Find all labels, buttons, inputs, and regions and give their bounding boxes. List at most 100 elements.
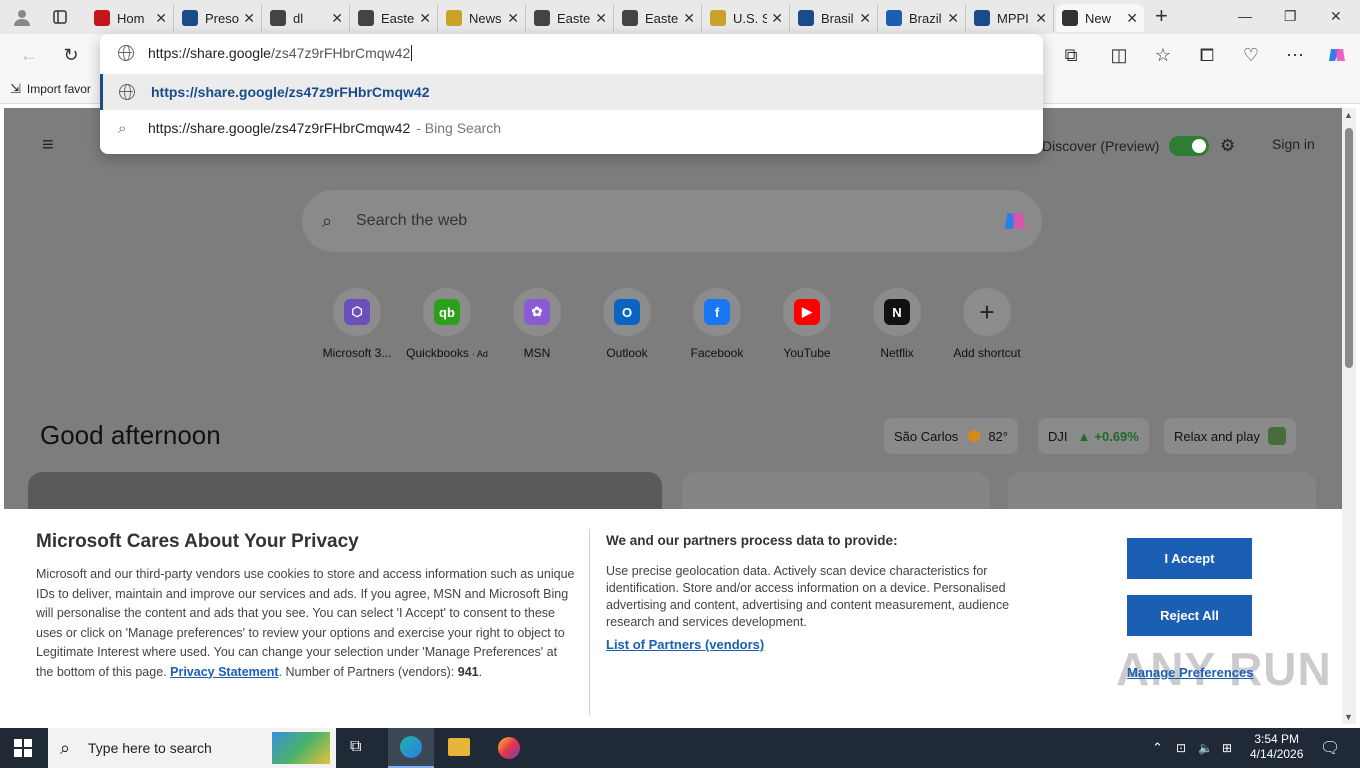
suggestion-url[interactable]: https://share.google/zs47z9rFHbrCmqw42 <box>100 74 1043 110</box>
web-search-input[interactable]: ⌕ Search the web <box>302 190 1042 252</box>
language-icon[interactable]: ⊞ <box>1222 728 1232 768</box>
search-highlight-image <box>272 732 330 764</box>
tray-chevron-icon[interactable]: ⌃ <box>1152 728 1163 768</box>
taskbar-search-input[interactable]: ⌕ Type here to search <box>48 728 336 768</box>
copilot-icon[interactable] <box>1002 208 1028 234</box>
tab-close-icon[interactable]: ✕ <box>331 10 343 27</box>
tab-close-icon[interactable]: ✕ <box>243 10 255 27</box>
tab[interactable]: Easte ✕ <box>352 4 438 32</box>
tab-actions-icon[interactable] <box>50 7 70 27</box>
new-tab-button[interactable]: + <box>1155 5 1168 27</box>
collections-icon[interactable]: ⧠ <box>1196 44 1218 66</box>
restore-button[interactable]: ❐ <box>1284 8 1297 25</box>
shortcut-tile[interactable]: O Outlook <box>582 288 672 360</box>
tab[interactable]: News ✕ <box>440 4 526 32</box>
site-info-icon[interactable] <box>118 45 134 61</box>
tab-close-icon[interactable]: ✕ <box>155 10 167 27</box>
discover-switch[interactable] <box>1169 136 1210 156</box>
shortcut-label: YouTube <box>783 346 831 360</box>
scrollbar[interactable]: ▲ ▼ <box>1342 108 1356 724</box>
favorites-icon[interactable]: ☆ <box>1152 44 1174 66</box>
tab-close-icon[interactable]: ✕ <box>595 10 607 27</box>
edge-taskbar-icon[interactable] <box>388 728 434 768</box>
shortcut-tile[interactable]: ✿ MSN <box>492 288 582 360</box>
search-icon: ⌕ <box>118 119 127 137</box>
stock-widget[interactable]: DJI ▲ +0.69% <box>1038 418 1149 454</box>
notifications-icon[interactable]: 🗨 <box>1320 728 1340 768</box>
divider <box>589 529 590 715</box>
tab[interactable]: Preso ✕ <box>176 4 262 32</box>
scroll-down-icon[interactable]: ▼ <box>1344 712 1353 722</box>
target-favicon-icon <box>358 10 374 26</box>
tab-close-icon[interactable]: ✕ <box>507 10 519 27</box>
greeting: Good afternoon <box>40 420 221 450</box>
tab-close-icon[interactable]: ✕ <box>683 10 695 27</box>
manage-preferences-link[interactable]: Manage Preferences <box>1127 665 1253 680</box>
sign-in-button[interactable]: Sign in <box>1272 136 1315 152</box>
extensions-icon[interactable]: ⧉ <box>1060 44 1082 66</box>
relax-play-button[interactable]: Relax and play <box>1164 418 1296 454</box>
tab[interactable]: Easte ✕ <box>616 4 702 32</box>
tab[interactable]: Hom ✕ <box>88 4 174 32</box>
shortcut-tile[interactable]: + Add shortcut <box>942 288 1032 360</box>
tab-close-icon[interactable]: ✕ <box>859 10 871 27</box>
copilot-icon[interactable] <box>1326 44 1348 66</box>
shortcut-tile[interactable]: qb Quickbooks · Ad <box>402 288 492 360</box>
tab[interactable]: Brasil ✕ <box>792 4 878 32</box>
tab-close-icon[interactable]: ✕ <box>1126 10 1138 27</box>
scroll-thumb[interactable] <box>1345 128 1353 368</box>
profile-icon[interactable] <box>12 7 32 27</box>
file-explorer-icon[interactable] <box>448 738 470 756</box>
import-favorites-label: Import favor <box>26 82 91 96</box>
stock-symbol: DJI <box>1048 428 1068 444</box>
shortcut-tile[interactable]: ▶ YouTube <box>762 288 852 360</box>
minimize-button[interactable]: — <box>1238 8 1252 24</box>
clock-time: 3:54 PM <box>1254 732 1300 746</box>
hamburger-menu-icon[interactable]: ≡ <box>42 134 54 157</box>
tab-close-icon[interactable]: ✕ <box>419 10 431 27</box>
discover-toggle[interactable]: Discover (Preview) <box>1042 136 1210 156</box>
settings-gear-icon[interactable]: ⚙ <box>1220 136 1235 156</box>
volume-icon[interactable]: 🔈 <box>1198 728 1213 768</box>
import-favorites-button[interactable]: ⇲ Import favor <box>10 81 91 97</box>
firefox-icon[interactable] <box>498 737 520 759</box>
star-favicon-icon <box>710 10 726 26</box>
tab[interactable]: Brazil ✕ <box>880 4 966 32</box>
back-button[interactable]: ← <box>18 44 40 66</box>
shortcut-tile[interactable]: N Netflix <box>852 288 942 360</box>
close-window-button[interactable]: ✕ <box>1330 8 1342 25</box>
split-screen-icon[interactable]: ◫ <box>1108 44 1130 66</box>
privacy-statement-link[interactable]: Privacy Statement <box>170 665 278 679</box>
tab-label: Easte <box>557 10 591 26</box>
browser-essentials-icon[interactable]: ♡ <box>1240 44 1262 66</box>
scroll-up-icon[interactable]: ▲ <box>1344 110 1353 120</box>
more-menu-icon[interactable]: ⋯ <box>1284 44 1306 66</box>
tab-close-icon[interactable]: ✕ <box>947 10 959 27</box>
tab[interactable]: MPPI ✕ <box>968 4 1054 32</box>
refresh-button[interactable]: ↻ <box>60 44 82 66</box>
accept-button[interactable]: I Accept <box>1127 538 1252 579</box>
tab-close-icon[interactable]: ✕ <box>771 10 783 27</box>
tab-label: dl <box>293 10 304 26</box>
tab[interactable]: dl ✕ <box>264 4 350 32</box>
tab[interactable]: Easte ✕ <box>528 4 614 32</box>
tab[interactable]: New ✕ <box>1056 4 1144 32</box>
clock[interactable]: 3:54 PM 4/14/2026 <box>1250 732 1303 762</box>
shortcut-label: Quickbooks <box>406 346 469 360</box>
network-icon[interactable]: ⊡ <box>1176 728 1186 768</box>
arrow-up-icon: ▲ <box>1077 428 1091 444</box>
partners-list-link[interactable]: List of Partners (vendors) <box>606 637 764 652</box>
start-button[interactable] <box>14 739 32 760</box>
shortcut-tile[interactable]: ⬡ Microsoft 3... <box>312 288 402 360</box>
discover-label: Discover (Preview) <box>1042 138 1160 154</box>
shortcut-label: Microsoft 3... <box>322 346 392 360</box>
tab-close-icon[interactable]: ✕ <box>1035 10 1047 27</box>
shortcut-tile[interactable]: f Facebook <box>672 288 762 360</box>
address-bar[interactable]: https://share.google/zs47z9rFHbrCmqw42 <box>100 34 1043 72</box>
reject-all-button[interactable]: Reject All <box>1127 595 1252 636</box>
suggestion-search[interactable]: ⌕ https://share.google/zs47z9rFHbrCmqw42… <box>100 110 1043 146</box>
news-favicon-icon <box>182 10 198 26</box>
weather-widget[interactable]: São Carlos 82° <box>884 418 1018 454</box>
task-view-icon[interactable]: ⧉ <box>350 738 361 756</box>
tab[interactable]: U.S. S ✕ <box>704 4 790 32</box>
